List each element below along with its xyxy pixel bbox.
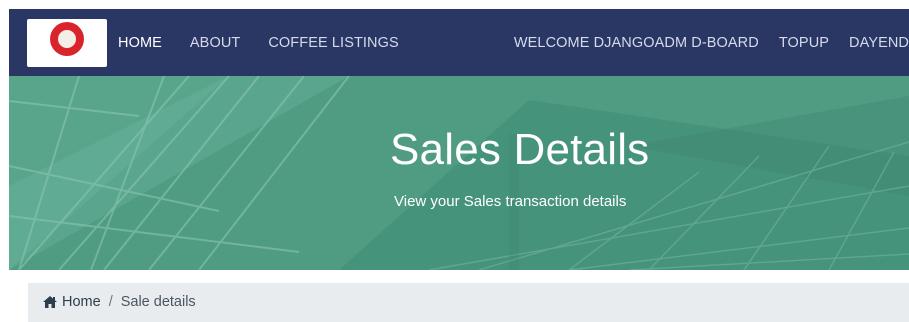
nav-topup-link[interactable]: TOPUP <box>759 35 829 51</box>
breadcrumb: Home / Sale details <box>28 283 909 322</box>
page-hero: Sales Details View your Sales transactio… <box>9 76 909 270</box>
coffee-badge-icon <box>50 22 84 56</box>
page-title: Sales Details <box>390 125 650 174</box>
nav-about-link[interactable]: ABOUT <box>190 35 254 51</box>
breadcrumb-home-label: Home <box>62 294 101 310</box>
nav-dashboard-link[interactable]: WELCOME DJANGOADM D-BOARD <box>494 35 759 51</box>
nav-right: WELCOME DJANGOADM D-BOARD TOPUP DAYEND <box>494 9 909 76</box>
nav-coffee-listings-link[interactable]: COFFEE LISTINGS <box>268 35 412 51</box>
navbar: HOME ABOUT COFFEE LISTINGS WELCOME DJANG… <box>9 9 909 76</box>
breadcrumb-home[interactable]: Home <box>42 294 101 310</box>
breadcrumb-current: Sale details <box>120 294 196 310</box>
brand-logo[interactable] <box>27 19 107 67</box>
breadcrumb-list: Home / Sale details <box>42 294 196 310</box>
nav-home-link[interactable]: HOME <box>118 35 176 51</box>
page-subtitle: View your Sales transaction details <box>394 193 627 210</box>
nav-dayend-link[interactable]: DAYEND <box>829 35 909 51</box>
breadcrumb-separator: / <box>108 294 113 310</box>
home-icon <box>42 295 58 309</box>
nav-left: HOME ABOUT COFFEE LISTINGS <box>118 9 427 76</box>
